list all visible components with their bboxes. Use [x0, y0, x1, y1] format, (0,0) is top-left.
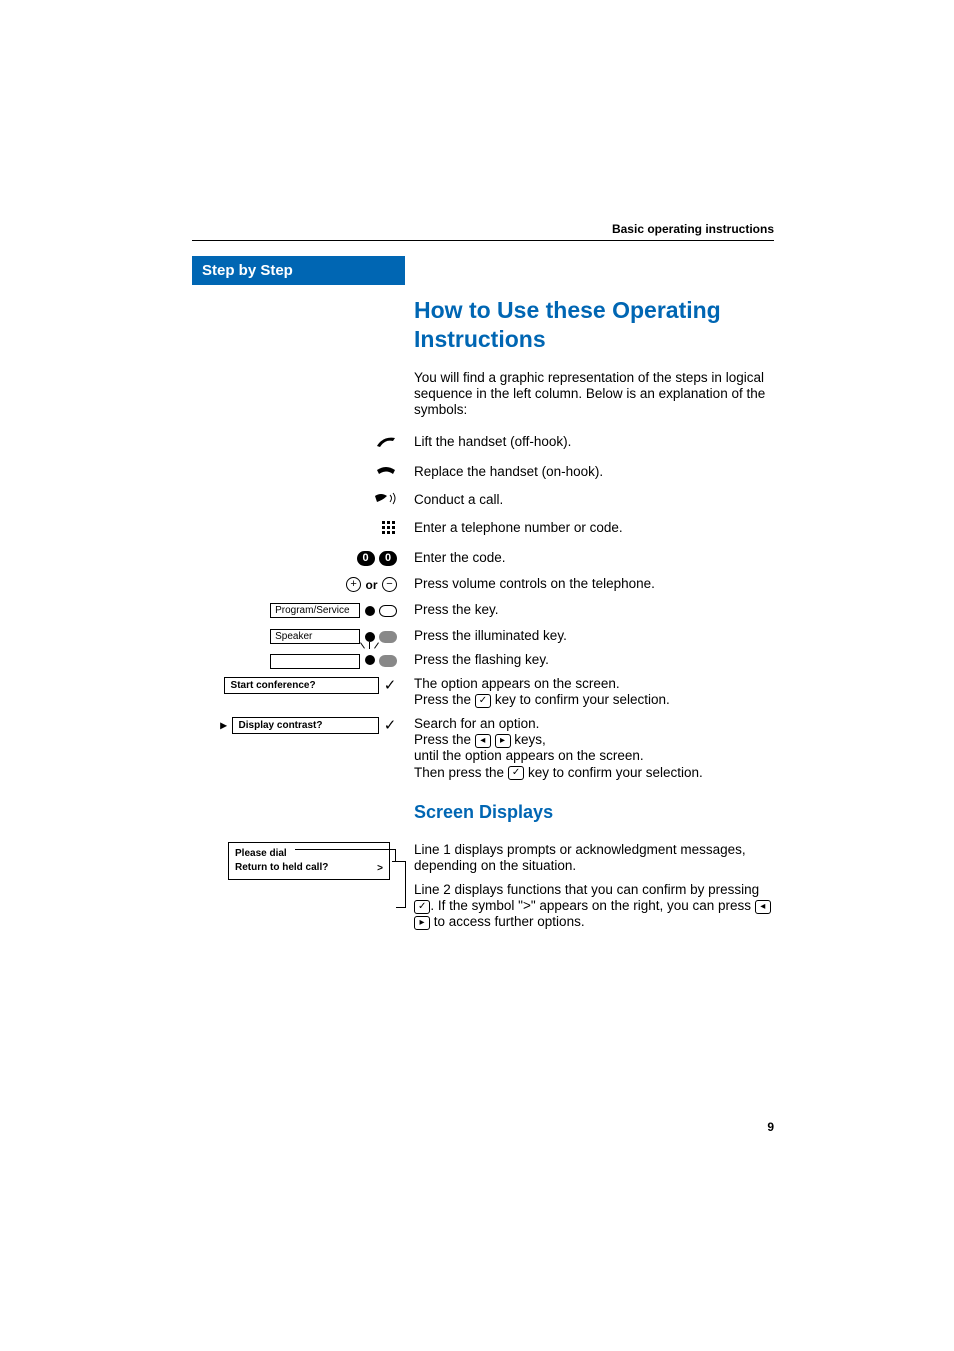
- screen-p2b: . If the symbol ">" appears on the right…: [430, 898, 754, 913]
- callout-line: [395, 849, 396, 861]
- or-text: or: [366, 578, 378, 592]
- screen-p1: Line 1 displays prompts or acknowledgmen…: [414, 842, 774, 874]
- header-section-title: Basic operating instructions: [612, 222, 774, 236]
- option-screen-icon: Start conference? ✓: [192, 676, 397, 694]
- keypad-desc: Enter a telephone number or code.: [414, 520, 774, 536]
- header-rule: [192, 240, 774, 241]
- speaker-key: Speaker: [270, 629, 360, 644]
- screen-p2a: Line 2 displays functions that you can c…: [414, 882, 759, 897]
- lift-handset-desc: Lift the handset (off-hook).: [414, 434, 774, 450]
- option-line1: The option appears on the screen.: [414, 676, 620, 691]
- search-line4a: Then press the: [414, 765, 508, 780]
- volume-desc: Press volume controls on the telephone.: [414, 576, 774, 592]
- left-key-icon: ◂: [475, 734, 491, 748]
- callout-line: [295, 849, 395, 850]
- step-by-step-header: Step by Step: [192, 256, 405, 285]
- keypad-icon: [192, 520, 397, 541]
- option-desc: The option appears on the screen. Press …: [414, 676, 774, 708]
- replace-handset-desc: Replace the handset (on-hook).: [414, 464, 774, 480]
- program-service-key: Program/Service: [270, 603, 360, 618]
- code-desc: Enter the code.: [414, 550, 774, 566]
- start-conference-text: Start conference?: [231, 680, 316, 691]
- conduct-call-desc: Conduct a call.: [414, 492, 774, 508]
- page-title: How to Use these Operating Instructions: [414, 296, 774, 354]
- option-line2b: key to confirm your selection.: [491, 692, 670, 707]
- press-flash-desc: Press the flashing key.: [414, 652, 774, 668]
- search-screen-icon: ▸ Display contrast? ✓: [192, 716, 397, 734]
- zero-badge-icon: 0: [379, 551, 397, 566]
- flash-led-icon: [365, 652, 375, 670]
- press-illum-desc: Press the illuminated key.: [414, 628, 774, 644]
- right-key-icon: ▸: [414, 916, 430, 930]
- search-line2b: keys,: [511, 732, 546, 747]
- display-contrast-display: Display contrast?: [232, 717, 379, 734]
- screen-display-box: Please dial Return to held call? >: [228, 842, 390, 880]
- callout-line: [396, 907, 406, 908]
- page-number: 9: [767, 1120, 774, 1134]
- zero-badge-icon: 0: [357, 551, 375, 566]
- callout-line: [392, 861, 405, 862]
- option-line2a: Press the: [414, 692, 475, 707]
- check-key-icon: ✓: [414, 900, 430, 914]
- check-key-icon: ✓: [475, 694, 491, 708]
- press-flash-icon: [192, 652, 397, 670]
- start-conference-display: Start conference?: [224, 677, 379, 694]
- minus-icon: −: [382, 577, 397, 592]
- press-key-icon: Program/Service: [192, 602, 397, 620]
- press-key-desc: Press the key.: [414, 602, 774, 618]
- screen-p2: Line 2 displays functions that you can c…: [414, 882, 774, 931]
- search-line2a: Press the: [414, 732, 475, 747]
- callout-line: [405, 861, 406, 907]
- code-icon: 0 0: [192, 550, 397, 568]
- gt-symbol: >: [377, 862, 383, 876]
- check-key-icon: ✓: [508, 766, 524, 780]
- key-button-icon: [379, 605, 397, 617]
- key-button-icon: [379, 631, 397, 643]
- left-key-icon: ◂: [755, 900, 771, 914]
- intro-paragraph: You will find a graphic representation o…: [414, 370, 774, 419]
- display-contrast-text: Display contrast?: [239, 720, 323, 731]
- conduct-call-icon: [192, 492, 397, 511]
- search-line3: until the option appears on the screen.: [414, 748, 644, 763]
- lift-handset-icon: [192, 434, 397, 455]
- check-icon: ✓: [383, 716, 397, 734]
- blank-key: [270, 654, 360, 669]
- screen-displays-heading: Screen Displays: [414, 802, 553, 823]
- caret-icon: ▸: [220, 717, 227, 733]
- search-desc: Search for an option. Press the ◂ ▸ keys…: [414, 716, 774, 781]
- right-key-icon: ▸: [495, 734, 511, 748]
- display-line2: Return to held call?: [235, 861, 383, 875]
- search-line4b: key to confirm your selection.: [524, 765, 703, 780]
- key-led-dot-icon: [365, 606, 375, 616]
- volume-icon: + or −: [192, 576, 397, 594]
- plus-icon: +: [346, 577, 361, 592]
- search-line1: Search for an option.: [414, 716, 539, 731]
- check-icon: ✓: [383, 676, 397, 694]
- screen-p2c: to access further options.: [430, 914, 585, 929]
- key-button-icon: [379, 655, 397, 667]
- replace-handset-icon: [192, 464, 397, 483]
